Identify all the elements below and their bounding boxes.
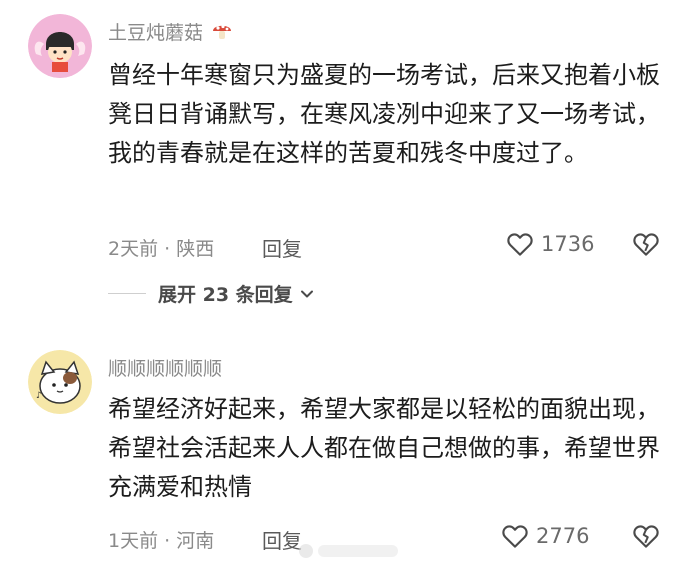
dislike-button[interactable] (631, 521, 661, 555)
watermark-graphic (299, 544, 398, 558)
username-text: 土豆炖蘑菇 (108, 22, 204, 44)
comment-time: 2天前 (108, 238, 159, 260)
comment-text: 曾经十年寒窗只为盛夏的一场考试，后来又抱着小板凳日日背诵默写，在寒风凌冽中迎来了… (108, 61, 660, 167)
comment-text: 希望经济好起来，希望大家都是以轻松的面貌出现，希望社会活起来人人都在做自己想做的… (108, 395, 660, 501)
comment-time: 1天前 (108, 530, 159, 552)
like-button[interactable]: 1736 (505, 229, 594, 259)
expand-replies-button[interactable]: 展开 23 条回复 (108, 280, 315, 307)
expand-divider (108, 293, 146, 294)
heart-outline-icon (502, 525, 528, 548)
avatar[interactable] (28, 14, 92, 78)
comment-location: 河南 (176, 530, 215, 552)
username[interactable]: 土豆炖蘑菇 (108, 18, 233, 47)
dislike-button[interactable] (631, 229, 661, 263)
comment-item: ♪ 顺顺顺顺顺顺 希望经济好起来，希望大家都是以轻松的面貌出现，希望社会活起来人… (0, 320, 690, 570)
like-count: 2776 (536, 524, 590, 548)
heart-outline-icon (507, 233, 533, 256)
comment-item: 土豆炖蘑菇 曾经十年寒窗只为盛夏的一场考试，后来又抱着小板凳日日背诵默写，在寒风… (0, 0, 690, 320)
broken-heart-icon (633, 233, 659, 256)
avatar-image (28, 14, 92, 78)
watermark (296, 539, 406, 563)
username[interactable]: 顺顺顺顺顺顺 (108, 354, 222, 381)
broken-heart-icon (633, 525, 659, 548)
meta-separator: · (164, 530, 171, 552)
comment-meta: 2天前 · 陕西 (108, 234, 214, 261)
meta-separator: · (164, 238, 171, 260)
svg-text:♪: ♪ (36, 391, 42, 401)
comment-meta: 1天前 · 河南 (108, 526, 214, 553)
avatar[interactable]: ♪ (28, 350, 92, 414)
mushroom-emoji (211, 20, 233, 47)
comment-location: 陕西 (176, 238, 215, 260)
reply-button[interactable]: 回复 (262, 233, 302, 262)
like-count: 1736 (541, 232, 595, 256)
avatar-image: ♪ (28, 350, 92, 414)
like-button[interactable]: 2776 (500, 521, 589, 551)
expand-replies-label: 展开 23 条回复 (158, 284, 293, 306)
chevron-down-icon (300, 290, 313, 297)
